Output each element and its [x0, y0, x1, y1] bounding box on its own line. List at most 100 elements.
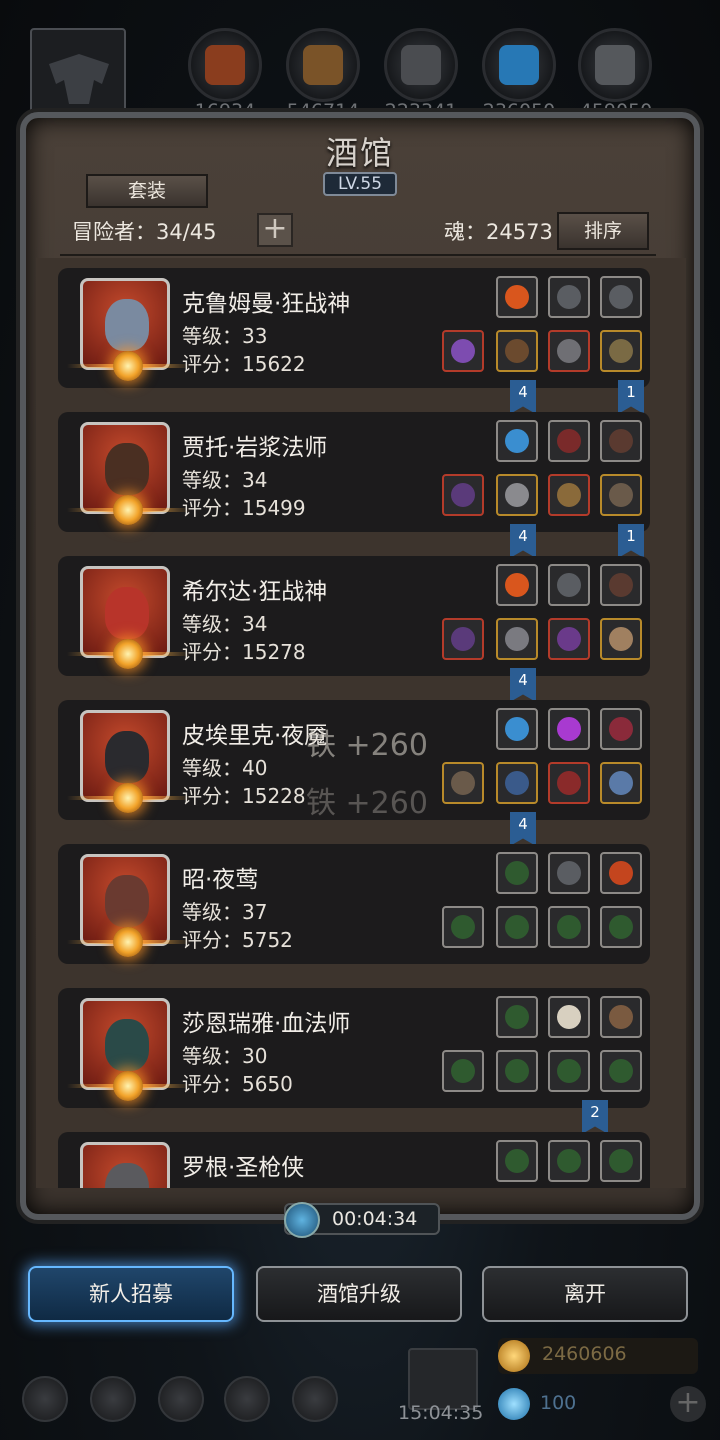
- hero-card[interactable]: 贾托·岩浆法师 等级：34 评分：15499: [58, 412, 650, 532]
- hero-avatar[interactable]: [67, 566, 191, 669]
- amulet-equip-icon[interactable]: [600, 762, 642, 804]
- hero-score: 评分：15622: [182, 352, 306, 376]
- timer-text: 00:04:34: [332, 1208, 418, 1230]
- empty-ring-slot-icon[interactable]: [548, 906, 590, 948]
- hero-avatar[interactable]: [67, 278, 191, 381]
- empty-amulet-slot-icon[interactable]: [600, 1050, 642, 1092]
- rank-medal-icon: [113, 783, 143, 813]
- hero-avatar[interactable]: [67, 422, 191, 525]
- locked-skill-slot-icon[interactable]: [600, 1140, 642, 1182]
- claw-skill-icon[interactable]: [548, 996, 590, 1038]
- iron-icon[interactable]: [578, 28, 652, 102]
- emblem-skill-icon[interactable]: [548, 564, 590, 606]
- hero-score: 评分：15499: [182, 496, 306, 520]
- set-count-tag: 1: [618, 380, 644, 414]
- set-count-tag: 4: [510, 524, 536, 558]
- building-icon[interactable]: [158, 1376, 204, 1422]
- book-equip-icon[interactable]: [548, 474, 590, 516]
- feather-skill-icon[interactable]: [600, 564, 642, 606]
- armor-equip-icon[interactable]: [496, 474, 538, 516]
- glove-equip-icon[interactable]: [600, 330, 642, 372]
- armor-equip-icon[interactable]: [496, 330, 538, 372]
- hero-card[interactable]: 莎恩瑞雅·血法师 等级：30 评分：5650: [58, 988, 650, 1108]
- rank-medal-icon: [113, 639, 143, 669]
- orb-skill-icon[interactable]: [496, 420, 538, 462]
- flame-crest-skill-icon[interactable]: [600, 852, 642, 894]
- shop-icon[interactable]: [292, 1376, 338, 1422]
- hero-level: 等级：40: [182, 756, 268, 780]
- player-portrait[interactable]: [30, 28, 126, 124]
- empty-armor-slot-icon[interactable]: [496, 906, 538, 948]
- empty-skill-slot-icon[interactable]: [496, 996, 538, 1038]
- hero-card[interactable]: 克鲁姆曼·狂战神 等级：33 评分：15622: [58, 268, 650, 388]
- meat-icon[interactable]: [188, 28, 262, 102]
- settings-icon[interactable]: [22, 1376, 68, 1422]
- hero-avatar[interactable]: [67, 710, 191, 813]
- feather-skill-icon[interactable]: [600, 420, 642, 462]
- armor-equip-icon[interactable]: [496, 762, 538, 804]
- hero-name: 昭·夜莺: [182, 867, 259, 893]
- panel-title: 酒馆: [325, 134, 394, 172]
- gauntlet-equip-icon[interactable]: [600, 474, 642, 516]
- add-adventurer-button[interactable]: +: [257, 213, 293, 247]
- set-count-tag: 4: [510, 812, 536, 846]
- hero-card[interactable]: 希尔达·狂战神 等级：34 评分：15278: [58, 556, 650, 676]
- upgrade-tavern-button[interactable]: 酒馆升级: [256, 1266, 462, 1322]
- cloth-skill-icon[interactable]: [600, 708, 642, 750]
- armor-equip-icon[interactable]: [496, 618, 538, 660]
- blade-equip-icon[interactable]: [442, 762, 484, 804]
- locked-skill-slot-icon[interactable]: [548, 1140, 590, 1182]
- emblem-skill-icon[interactable]: [548, 852, 590, 894]
- empty-armor-slot-icon[interactable]: [496, 1050, 538, 1092]
- emblem-skill-icon[interactable]: [548, 276, 590, 318]
- wood-icon[interactable]: [286, 28, 360, 102]
- set-button[interactable]: 套装: [86, 174, 208, 208]
- stone-icon[interactable]: [384, 28, 458, 102]
- orb-skill-icon[interactable]: [496, 708, 538, 750]
- hero-level: 等级：37: [182, 900, 268, 924]
- hero-card[interactable]: 罗根·圣枪侠: [58, 1132, 650, 1188]
- hero-name: 希尔达·狂战神: [182, 579, 328, 605]
- crystal-icon[interactable]: [482, 28, 556, 102]
- empty-skill-slot-icon[interactable]: [496, 1140, 538, 1182]
- hero-level: 等级：34: [182, 612, 268, 636]
- hero-avatar[interactable]: [67, 854, 191, 957]
- hero-name: 莎恩瑞雅·血法师: [182, 1011, 351, 1037]
- badge-icon[interactable]: [90, 1376, 136, 1422]
- hero-card[interactable]: 昭·夜莺 等级：37 评分：5752: [58, 844, 650, 964]
- empty-weapon-slot-icon[interactable]: [442, 1050, 484, 1092]
- scroll-skill-icon[interactable]: [548, 420, 590, 462]
- adventurer-count: 冒险者：34/45: [72, 220, 217, 244]
- portrait-icon: [105, 587, 149, 639]
- mace-equip-icon[interactable]: [442, 618, 484, 660]
- portrait-icon: [105, 731, 149, 783]
- gem-skill-icon[interactable]: [548, 708, 590, 750]
- gift-box-icon[interactable]: [408, 1348, 478, 1410]
- bracer-equip-icon[interactable]: [600, 618, 642, 660]
- hero-avatar[interactable]: [67, 998, 191, 1101]
- add-currency-button[interactable]: +: [670, 1386, 706, 1422]
- emblem-skill-icon[interactable]: [600, 276, 642, 318]
- empty-ring-slot-icon[interactable]: [548, 1050, 590, 1092]
- fire-skill-icon[interactable]: [496, 276, 538, 318]
- fire-skill-icon[interactable]: [496, 564, 538, 606]
- empty-weapon-slot-icon[interactable]: [442, 906, 484, 948]
- helmet-equip-icon[interactable]: [548, 618, 590, 660]
- ring-equip-icon[interactable]: [548, 762, 590, 804]
- leave-button[interactable]: 离开: [482, 1266, 688, 1322]
- staff-equip-icon[interactable]: [442, 474, 484, 516]
- shell-skill-icon[interactable]: [600, 996, 642, 1038]
- hero-name: 罗根·圣枪侠: [182, 1155, 305, 1181]
- map-icon[interactable]: [224, 1376, 270, 1422]
- recruit-button[interactable]: 新人招募: [28, 1266, 234, 1322]
- rank-medal-icon: [113, 1071, 143, 1101]
- sort-button[interactable]: 排序: [557, 212, 649, 250]
- empty-amulet-slot-icon[interactable]: [600, 906, 642, 948]
- axe-equip-icon[interactable]: [442, 330, 484, 372]
- helmet-equip-icon[interactable]: [548, 330, 590, 372]
- empty-skill-slot-icon[interactable]: [496, 852, 538, 894]
- set-count-tag: 4: [510, 668, 536, 702]
- portrait-icon: [105, 443, 149, 495]
- hero-avatar[interactable]: [80, 1142, 170, 1188]
- portrait-icon: [105, 1019, 149, 1071]
